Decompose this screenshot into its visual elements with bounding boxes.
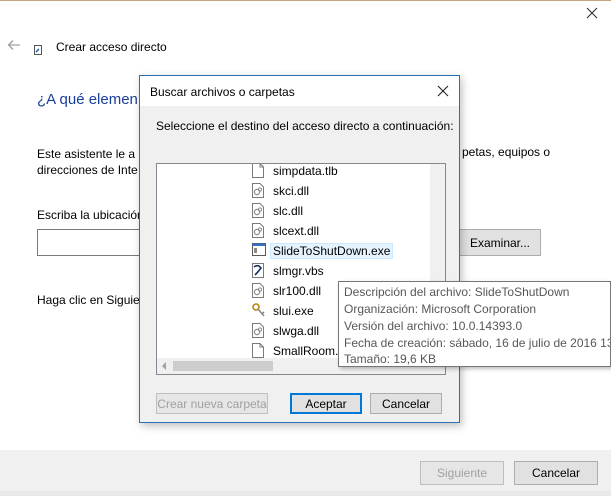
back-arrow-icon[interactable] xyxy=(6,38,22,52)
tree-item-label: simpdata.tlb xyxy=(273,164,338,178)
tree-item-label: slr100.dll xyxy=(273,284,322,298)
tooltip-created: Fecha de creación: sábado, 16 de julio d… xyxy=(344,336,611,350)
tooltip-size: Tamaño: 19,6 KB xyxy=(344,352,437,366)
location-input[interactable] xyxy=(37,229,147,256)
dll-icon xyxy=(252,223,264,238)
wizard-title: Crear acceso directo xyxy=(56,40,167,54)
file-icon xyxy=(252,343,264,358)
tree-item-label: slcext.dll xyxy=(273,224,320,238)
wizard-description-line2: direcciones de Inte xyxy=(37,163,138,177)
next-button[interactable]: Siguiente xyxy=(420,461,504,485)
tree-item[interactable]: slcext.dll xyxy=(157,221,431,241)
exe-icon xyxy=(252,243,266,258)
dll-icon xyxy=(252,203,264,218)
dll-icon xyxy=(252,183,264,198)
wizard-cancel-button[interactable]: Cancelar xyxy=(514,461,598,485)
tree-item-label: SmallRoom.b xyxy=(273,344,346,358)
tree-item[interactable]: simpdata.tlb xyxy=(157,164,431,181)
dll-icon xyxy=(252,323,264,338)
wizard-heading: ¿A qué elemen xyxy=(37,91,138,108)
footer-strip xyxy=(0,491,611,496)
tooltip-description: Descripción del archivo: SlideToShutDown xyxy=(344,285,570,299)
tooltip-version: Versión del archivo: 10.0.14393.0 xyxy=(344,319,523,333)
tree-item-label: slui.exe xyxy=(273,304,314,318)
window-top-border xyxy=(0,0,611,1)
tooltip-organization: Organización: Microsoft Corporation xyxy=(344,302,537,316)
browse-dialog: Buscar archivos o carpetas Seleccione el… xyxy=(139,75,460,423)
dialog-cancel-button[interactable]: Cancelar xyxy=(370,393,442,414)
tree-item[interactable]: skci.dll xyxy=(157,181,431,201)
tree-item-label: slc.dll xyxy=(273,204,304,218)
key-icon xyxy=(252,303,265,318)
file-icon xyxy=(252,164,264,178)
tree-item-label: SlideToShutDown.exe xyxy=(269,243,394,259)
dialog-instruction: Seleccione el destino del acceso directo… xyxy=(156,119,454,133)
tree-item-label: slmgr.vbs xyxy=(273,264,324,278)
tree-item[interactable]: slmgr.vbs xyxy=(157,261,431,281)
file-tooltip: Descripción del archivo: SlideToShutDown… xyxy=(338,281,611,367)
tree-item-label: skci.dll xyxy=(273,184,310,198)
ok-button[interactable]: Aceptar xyxy=(290,393,362,414)
wizard-description-line1: Este asistente le a xyxy=(37,147,136,161)
horizontal-scroll-thumb[interactable] xyxy=(173,361,273,371)
dialog-title: Buscar archivos o carpetas xyxy=(150,85,295,99)
wizard-description-line1-right: petas, equipos o xyxy=(462,145,551,159)
shortcut-icon xyxy=(34,45,42,55)
tree-item-label: slwga.dll xyxy=(273,324,320,338)
dll-icon xyxy=(252,283,264,298)
new-folder-button[interactable]: Crear nueva carpeta xyxy=(156,393,268,414)
scroll-left-icon[interactable] xyxy=(161,362,167,370)
script-icon xyxy=(252,263,264,278)
close-icon[interactable] xyxy=(585,6,599,20)
browse-button[interactable]: Examinar... xyxy=(459,229,541,256)
tree-item[interactable]: SlideToShutDown.exe xyxy=(157,241,431,261)
dialog-close-icon[interactable] xyxy=(436,84,450,98)
location-label: Escriba la ubicación xyxy=(37,208,144,222)
wizard-hint: Haga clic en Siguie xyxy=(37,293,140,307)
tree-item[interactable]: slc.dll xyxy=(157,201,431,221)
